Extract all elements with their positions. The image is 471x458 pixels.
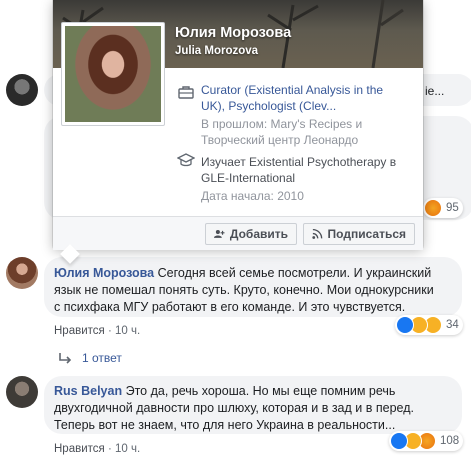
- past-line2: Творческий центр Леонардо: [201, 133, 359, 147]
- reaction-count: 108: [440, 435, 460, 447]
- follow-button[interactable]: Подписаться: [303, 223, 415, 245]
- background-comment-text: ie...: [425, 84, 445, 98]
- like-reaction-icon: [390, 432, 408, 450]
- study-line1: Изучает Existential Psychotherapy в: [201, 155, 397, 169]
- background-reactions[interactable]: 95: [423, 198, 463, 218]
- profile-name[interactable]: Юлия Морозова: [175, 25, 291, 41]
- briefcase-icon: [178, 86, 194, 99]
- comment-time[interactable]: 10 ч.: [115, 325, 140, 337]
- comment-time[interactable]: 10 ч.: [115, 443, 140, 455]
- rss-follow-icon: [312, 228, 323, 239]
- comment-text-line1: Сегодня всей семье посмотрели. И украинс…: [157, 266, 432, 280]
- add-friend-icon: [214, 230, 225, 238]
- comment-body: Юлия Морозова Сегодня всей семье посмотр…: [54, 265, 459, 316]
- comment-text-line2: двухгодичной давности про шлюху, которая…: [54, 401, 414, 415]
- profile-photo-image: [65, 26, 161, 122]
- comment-body-2: Rus Belyan Это да, речь хороша. Но мы ещ…: [54, 383, 459, 434]
- angry-reaction-icon: [424, 199, 442, 217]
- reaction-count: 95: [446, 202, 459, 214]
- add-friend-label: Добавить: [229, 227, 288, 241]
- past-work-info: В прошлом: Mary's Recipes и Творческий ц…: [201, 116, 362, 148]
- like-reaction-icon: [396, 316, 414, 334]
- comment-text-line1: Это да, речь хороша. Но мы еще помним ре…: [125, 384, 396, 398]
- reaction-count: 34: [446, 319, 459, 331]
- work-line1: Curator (Existential Analysis in the: [201, 83, 384, 97]
- replies-toggle[interactable]: 1 ответ: [58, 351, 122, 365]
- commenter-avatar-2[interactable]: [6, 376, 38, 408]
- reply-arrow-icon: [59, 353, 72, 364]
- add-friend-button[interactable]: Добавить: [205, 223, 297, 245]
- comment-text-line2: язык не помешал понять суть. Круто, коне…: [54, 283, 434, 297]
- comment-actions: Нравится · 10 ч.: [54, 325, 140, 337]
- comment-text-line3: Теперь вот не знаем, что для него Украин…: [54, 418, 396, 432]
- graduation-cap-icon: [177, 153, 195, 167]
- work-info[interactable]: Curator (Existential Analysis in the UK)…: [201, 82, 383, 114]
- like-link[interactable]: Нравится: [54, 443, 105, 455]
- education-start-date: Дата начала: 2010: [201, 189, 304, 203]
- work-line2: UK), Psychologist (Clev...: [201, 99, 337, 113]
- like-link[interactable]: Нравится: [54, 325, 105, 337]
- profile-hovercard: Юлия Морозова Julia Morozova Curator (Ex…: [53, 0, 423, 264]
- comment-text-line3: с психфака МГУ работают в его команде. И…: [54, 300, 406, 314]
- background-commenter-avatar[interactable]: [6, 74, 38, 106]
- commenter-avatar[interactable]: [6, 257, 38, 289]
- follow-label: Подписаться: [327, 227, 406, 241]
- separator-dot: ·: [107, 325, 115, 337]
- study-line2: GLE-International: [201, 171, 296, 185]
- past-line1: В прошлом: Mary's Recipes и: [201, 117, 363, 131]
- education-info[interactable]: Изучает Existential Psychotherapy в GLE-…: [201, 154, 396, 186]
- hovercard-footer: Добавить Подписаться: [53, 216, 423, 250]
- comment-reactions[interactable]: 34: [395, 315, 463, 335]
- separator-dot: ·: [107, 443, 115, 455]
- replies-count-label: 1 ответ: [82, 351, 122, 365]
- profile-alt-name: Julia Morozova: [175, 45, 259, 57]
- comment-author-link-2[interactable]: Rus Belyan: [54, 384, 122, 398]
- comment-actions-2: Нравится · 10 ч.: [54, 443, 140, 455]
- profile-photo[interactable]: [61, 22, 165, 126]
- comment-author-link[interactable]: Юлия Морозова: [54, 266, 154, 280]
- comment-reactions-2[interactable]: 108: [389, 431, 464, 451]
